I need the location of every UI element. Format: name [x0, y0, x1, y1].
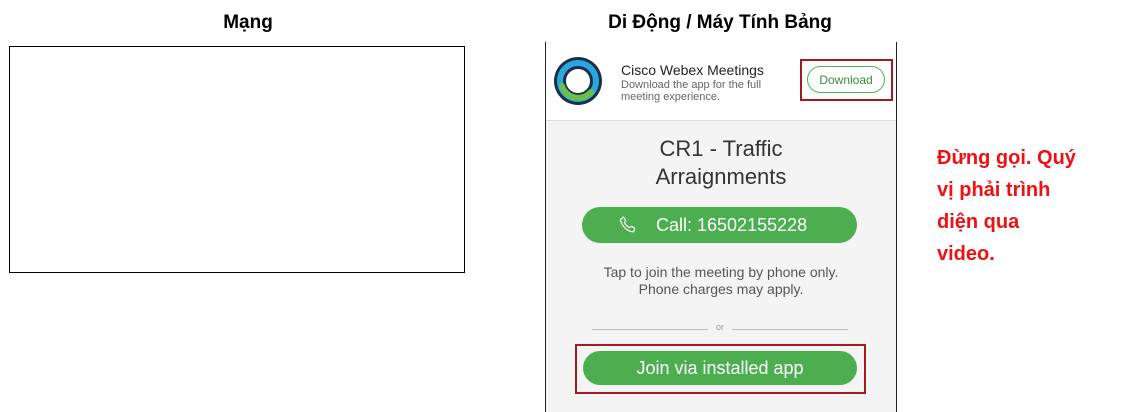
join-highlight-box: Join via installed app — [575, 344, 866, 394]
warning-line4: video. — [937, 243, 995, 265]
meeting-title-line1: CR1 - Traffic — [659, 136, 783, 161]
call-button[interactable]: Call: 16502155228 — [582, 207, 857, 243]
warning-line1: Đừng gọi. Quý — [937, 147, 1076, 169]
warning-line3: diện qua — [937, 211, 1020, 233]
divider-right — [732, 329, 848, 330]
phone-icon — [619, 216, 636, 233]
app-banner: Cisco Webex Meetings Download the app fo… — [546, 42, 896, 121]
call-button-label: Call: 16502155228 — [656, 215, 808, 235]
warning-note: Đừng gọi. Quý vị phải trình diện qua vid… — [937, 142, 1142, 270]
tap-instruction-line2: Phone charges may apply. — [638, 281, 804, 297]
mobile-heading: Di Động / Máy Tính Bảng — [608, 12, 832, 33]
mobile-screen: Cisco Webex Meetings Download the app fo… — [545, 42, 897, 412]
or-separator: or — [715, 322, 724, 332]
download-button[interactable]: Download — [807, 66, 885, 93]
divider-left — [592, 329, 708, 330]
download-highlight-box: Download — [800, 59, 893, 101]
web-screenshot-placeholder — [9, 46, 465, 273]
app-name: Cisco Webex Meetings — [621, 62, 764, 78]
tap-instruction-line1: Tap to join the meeting by phone only. — [603, 264, 839, 280]
app-description: Download the app for the full meeting ex… — [621, 79, 762, 103]
join-via-app-button[interactable]: Join via installed app — [583, 351, 857, 385]
warning-line2: vị phải trình — [937, 179, 1051, 201]
webex-logo-icon — [554, 57, 602, 105]
meeting-title-line2: Arraignments — [655, 164, 787, 189]
web-heading: Mạng — [223, 12, 273, 33]
